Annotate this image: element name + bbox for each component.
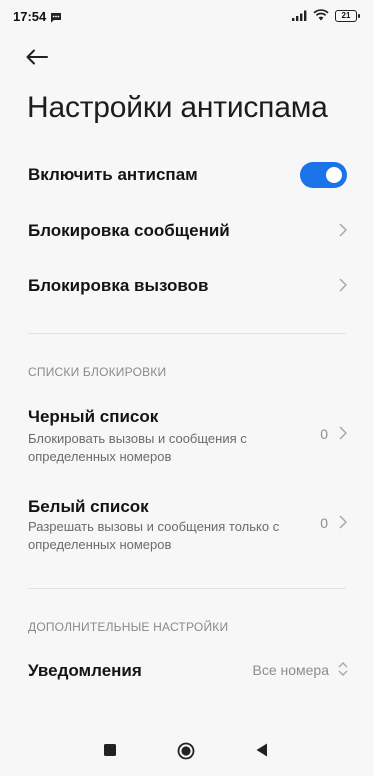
block-calls-row[interactable]: Блокировка вызовов xyxy=(0,260,373,310)
blacklist-subtitle: Блокировать вызовы и сообщения с определ… xyxy=(28,431,247,464)
toggle-knob xyxy=(326,167,342,183)
block-messages-label: Блокировка сообщений xyxy=(28,221,230,240)
status-time: 17:54 xyxy=(13,9,47,24)
divider xyxy=(28,588,346,589)
arrow-left-icon xyxy=(26,49,48,70)
message-icon xyxy=(50,11,62,26)
chevron-right-icon xyxy=(339,426,348,445)
blacklist-row[interactable]: Черный список Блокировать вызовы и сообщ… xyxy=(0,400,373,470)
recents-square-icon xyxy=(104,743,116,761)
whitelist-row[interactable]: Белый список Разрешать вызовы и сообщени… xyxy=(0,490,373,560)
whitelist-count: 0 xyxy=(320,515,328,531)
notifications-row[interactable]: Уведомления Все номера xyxy=(0,645,373,695)
blacklist-title: Черный список xyxy=(28,407,159,426)
navigation-bar xyxy=(0,730,373,776)
home-button[interactable] xyxy=(175,742,197,765)
block-messages-row[interactable]: Блокировка сообщений xyxy=(0,205,373,255)
chevron-right-icon xyxy=(339,515,348,534)
page-title: Настройки антиспама xyxy=(27,91,328,124)
enable-antispam-label: Включить антиспам xyxy=(28,165,198,184)
back-button[interactable] xyxy=(22,46,52,72)
section-header-additional: ДОПОЛНИТЕЛЬНЫЕ НАСТРОЙКИ xyxy=(28,620,229,634)
notifications-label: Уведомления xyxy=(28,661,142,680)
status-bar: 17:54 21 xyxy=(0,0,373,32)
signal-icon xyxy=(292,9,307,24)
notifications-value: Все номера xyxy=(252,662,329,678)
blacklist-count: 0 xyxy=(320,426,328,442)
whitelist-title: Белый список xyxy=(28,497,149,516)
battery-icon: 21 xyxy=(335,10,360,22)
home-circle-icon xyxy=(177,742,195,765)
enable-antispam-row[interactable]: Включить антиспам xyxy=(0,150,373,200)
chevron-up-down-icon xyxy=(338,661,348,682)
recents-button[interactable] xyxy=(102,744,118,760)
chevron-right-icon xyxy=(339,223,348,242)
divider xyxy=(28,333,346,334)
wifi-icon xyxy=(313,8,329,24)
back-nav-button[interactable] xyxy=(254,743,270,762)
section-header-block-lists: СПИСКИ БЛОКИРОВКИ xyxy=(28,365,167,379)
enable-antispam-toggle[interactable] xyxy=(300,162,347,188)
chevron-right-icon xyxy=(339,278,348,297)
whitelist-subtitle: Разрешать вызовы и сообщения только с оп… xyxy=(28,519,280,552)
block-calls-label: Блокировка вызовов xyxy=(28,276,209,295)
back-triangle-icon xyxy=(256,743,268,762)
